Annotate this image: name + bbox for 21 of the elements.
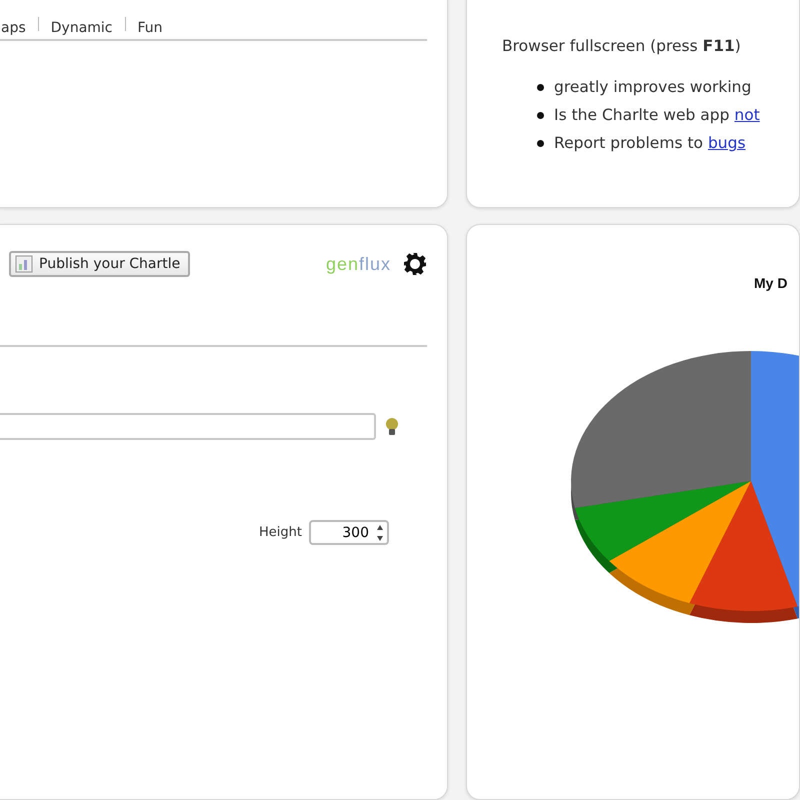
height-field[interactable]: 300 (309, 520, 389, 545)
bullet-text: Is the Charlte web app not (554, 106, 760, 124)
lightbulb-icon[interactable] (385, 416, 399, 436)
height-label: Height (259, 525, 302, 540)
chart-title: My D (754, 275, 788, 291)
tab[interactable]: Fun (126, 20, 175, 36)
logo: genflux (326, 254, 391, 274)
link[interactable]: bugs (708, 134, 746, 152)
bullet-icon (537, 140, 544, 146)
input-field[interactable] (0, 413, 376, 440)
bullet-icon (537, 84, 544, 90)
bullet-text: greatly improves working (554, 78, 752, 96)
tab[interactable]: Dynamic (38, 20, 125, 36)
settings-icon[interactable] (403, 252, 427, 276)
publish-button[interactable]: Publish your Chartle (9, 251, 190, 277)
link[interactable]: not (734, 106, 760, 124)
bullet-icon (537, 112, 544, 118)
fullscreen-hint: Browser fullscreen (press F11) (502, 37, 742, 55)
tab[interactable]: aps (1, 20, 38, 36)
chart-icon (15, 255, 33, 273)
bullet-text: Report problems to bugs (554, 134, 746, 152)
